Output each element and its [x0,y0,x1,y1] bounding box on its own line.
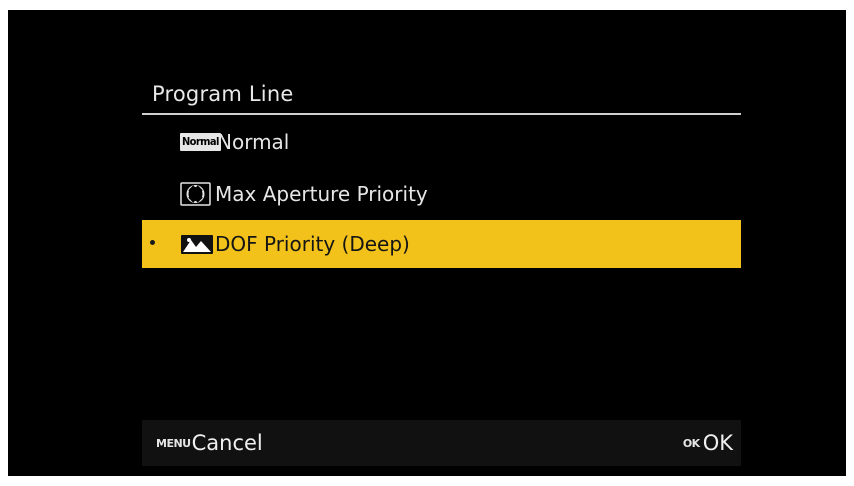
program-line-option-normal[interactable]: Normal Normal [142,118,741,166]
cancel-button[interactable]: MENU Cancel [156,431,263,455]
option-label: Max Aperture Priority [215,182,428,206]
title-divider [142,113,741,115]
footer-bar: MENU Cancel OK OK [142,420,741,466]
ok-label: OK [702,431,733,455]
option-label: DOF Priority (Deep) [215,232,410,256]
option-label: Normal [217,130,290,154]
selection-bullet-icon [150,240,155,245]
camera-screen: Program Line Normal Normal Max Aperture … [8,10,846,476]
mountain-landscape-icon [180,232,214,256]
ok-button[interactable]: OK OK [683,431,733,455]
menu-key-icon: MENU [156,436,191,450]
program-line-option-max-aperture[interactable]: Max Aperture Priority [142,170,741,218]
program-line-option-dof-deep[interactable]: DOF Priority (Deep) [142,220,741,268]
normal-badge-icon: Normal [180,133,221,151]
cancel-label: Cancel [191,431,263,455]
ok-key-icon: OK [682,436,700,450]
aperture-ring-icon [180,182,214,206]
menu-title: Program Line [152,82,294,106]
